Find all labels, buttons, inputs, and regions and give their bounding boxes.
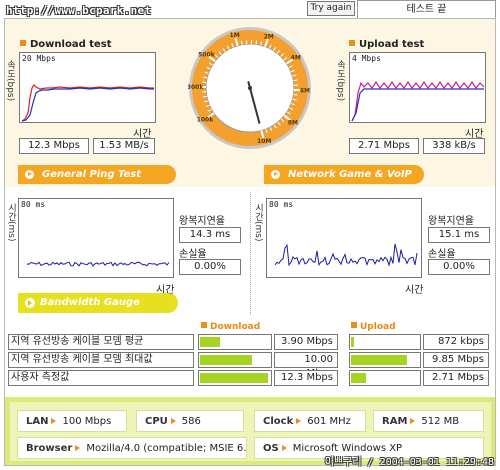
triangle-icon	[281, 445, 287, 451]
download-bar-fill	[200, 373, 268, 383]
download-test-title: Download test	[20, 39, 112, 50]
download-mbps-value: 12.3 Mbps	[19, 138, 89, 154]
download-line-blue	[21, 87, 154, 122]
gauge-tick	[241, 40, 243, 45]
upload-bar-value: 2.71 Mbps	[423, 370, 489, 386]
gauge-label: 1M	[230, 32, 240, 39]
bandwidth-row-name: 지역 유선방송 케이블 모뎀 최대값	[8, 352, 194, 368]
arrow-icon	[25, 298, 35, 308]
end-test-tab[interactable]: 테스트 끝	[357, 0, 496, 18]
ping-right-line	[274, 243, 418, 267]
ping-left-rtt-value: 14.3 ms	[179, 227, 241, 243]
download-bar-fill	[200, 355, 252, 365]
upload-kbs-value: 338 kB/s	[423, 138, 485, 154]
info-clock-label: Clock	[263, 416, 294, 427]
download-bar	[198, 352, 272, 368]
triangle-icon	[75, 445, 81, 451]
ping-right-rtt-value: 15.1 ms	[428, 227, 490, 243]
info-browser-label: Browser	[26, 443, 73, 454]
site-logo-url: http://www.bcpark.net	[6, 4, 152, 17]
section-divider	[250, 192, 251, 315]
try-again-button[interactable]: Try again	[307, 1, 355, 16]
download-bar	[198, 334, 272, 350]
upload-bar-value: 872 kbps	[423, 334, 489, 350]
gauge-label: 2M	[264, 33, 274, 40]
triangle-icon	[51, 418, 57, 424]
upload-bar	[349, 352, 421, 368]
gauge-label: 6M	[300, 87, 310, 94]
gauge-label: 300k	[188, 84, 204, 91]
info-cpu-label: CPU	[145, 416, 168, 427]
ping-left-rtt-label: 왕복지연율	[179, 216, 225, 227]
ping-left-loss-label: 손실율	[179, 249, 207, 260]
upload-line-blue	[351, 88, 484, 122]
ping-left-loss-value: 0.00%	[179, 259, 241, 275]
upload-mbps-value: 2.71 Mbps	[349, 138, 419, 154]
upload-bar-value: 9.85 Mbps	[423, 352, 489, 368]
info-ram-value: 512 MB	[421, 416, 460, 427]
info-os-label: OS	[263, 443, 279, 454]
ping-right-ylabel: 시간(ms)	[253, 203, 263, 242]
upload-bar	[349, 370, 421, 386]
ping-left-ylabel: 시간(ms)	[6, 203, 16, 242]
upload-bar-fill	[351, 355, 407, 365]
info-clock: Clock 601 MHz	[254, 410, 366, 432]
ping-right-xlabel: 시간	[405, 285, 424, 296]
download-bar-fill	[200, 337, 220, 347]
upload-bar-fill	[351, 337, 354, 347]
gauge-label: 100k	[197, 117, 215, 124]
tab-network-game-voip-test[interactable]: Network Game & VoIP Test	[264, 165, 424, 199]
timestamp-stamp: 이쁘구리 / 2004-03-01 11:29:48	[324, 457, 494, 468]
bandwidth-row-name: 사용자 측정값	[8, 370, 194, 386]
info-lan-value: 100 Mbps	[62, 416, 112, 427]
info-ram-label: RAM	[382, 416, 408, 427]
gauge-tick	[293, 79, 298, 82]
gauge-label: 8M	[288, 119, 298, 126]
download-mbs-value: 1.53 MB/s	[93, 138, 155, 154]
upload-bar-fill	[351, 373, 366, 383]
gauge-tick	[293, 94, 298, 96]
triangle-icon	[170, 418, 176, 424]
speed-gauge: 100k 300k 500k 1M 2M 4M 6M 8M 10M	[187, 26, 312, 150]
upload-bar	[349, 334, 421, 350]
ping-right-loss-label: 손실율	[428, 249, 456, 260]
upload-graph: 4 Mbps	[349, 52, 486, 123]
info-clock-value: 601 MHz	[307, 416, 351, 427]
tab-bandwidth-gauge[interactable]: Bandwidth Gauge	[18, 293, 178, 313]
info-ram: RAM 512 MB	[373, 410, 484, 432]
ping-right-loss-value: 0.00%	[428, 259, 490, 275]
ping-left-graph: 80 ms	[18, 198, 174, 278]
bandwidth-upload-header: Upload	[351, 322, 396, 332]
download-bar	[198, 370, 272, 386]
info-cpu: CPU 586	[136, 410, 244, 432]
upload-test-title: Upload test	[349, 39, 424, 50]
info-cpu-value: 586	[181, 416, 201, 427]
tab-general-ping-test[interactable]: General Ping Test	[18, 165, 176, 184]
info-browser-value: Mozilla/4.0 (compatible; MSIE 6.0	[86, 443, 247, 454]
upload-ylabel: 속도(bps)	[335, 60, 345, 102]
arrow-icon	[25, 170, 34, 179]
gauge-tick	[255, 40, 258, 45]
bandwidth-row-name: 지역 유선방송 케이블 모뎀 평균	[8, 334, 194, 350]
gauge-label: 10M	[257, 138, 271, 145]
download-bar-value: 3.90 Mbps	[274, 334, 338, 350]
info-lan: LAN 100 Mbps	[17, 410, 127, 432]
ping-left-line	[26, 261, 170, 267]
gauge-tick	[202, 81, 207, 83]
gauge-label: 500k	[198, 52, 216, 59]
bandwidth-download-header: Download	[201, 322, 260, 332]
download-bar-value: 10.00 Mbps	[274, 352, 338, 379]
download-bar-value: 12.3 Mbps	[274, 370, 338, 386]
arrow-icon	[271, 170, 280, 179]
gauge-label: 4M	[291, 54, 301, 61]
info-browser: Browser Mozilla/4.0 (compatible; MSIE 6.0	[17, 437, 247, 459]
download-ylabel: 속도(bps)	[5, 60, 15, 102]
download-graph: 20 Mbps	[19, 52, 156, 123]
ping-right-rtt-label: 왕복지연율	[428, 216, 474, 227]
upload-line-magenta	[351, 80, 485, 122]
triangle-icon	[296, 418, 302, 424]
triangle-icon	[410, 418, 416, 424]
ping-right-graph: 80 ms	[266, 198, 422, 278]
info-lan-label: LAN	[26, 416, 49, 427]
